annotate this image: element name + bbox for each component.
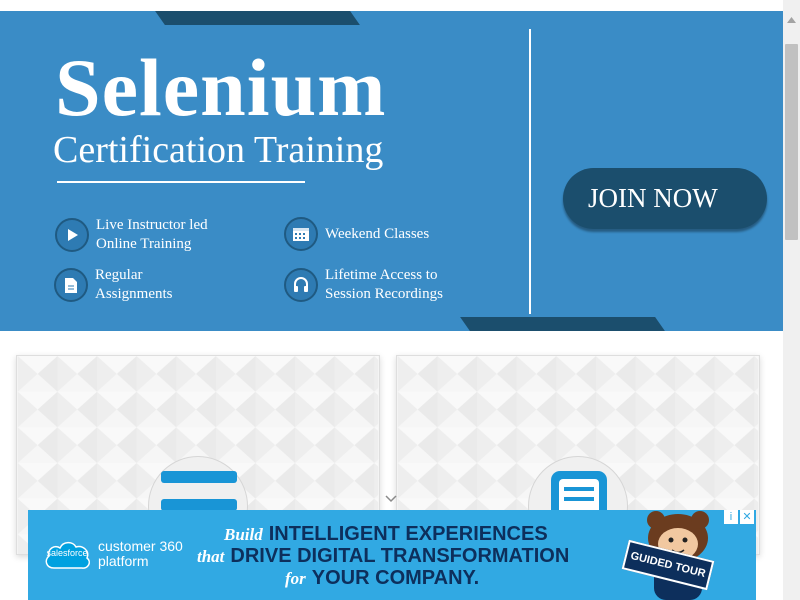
calendar-icon — [284, 217, 318, 251]
feature-lifetime-access: Lifetime Access to Session Recordings — [284, 266, 443, 304]
decor-stripe-top — [155, 11, 360, 25]
feature-live-instructor: Live Instructor led Online Training — [55, 216, 208, 254]
join-now-button[interactable]: JOIN NOW — [563, 168, 767, 229]
scroll-thumb[interactable] — [785, 44, 798, 240]
ad-info-icon[interactable]: i — [724, 510, 738, 524]
ad-headline-line: Build INTELLIGENT EXPERIENCES — [224, 523, 548, 545]
decor-stripe-bottom — [460, 317, 665, 331]
ad-headline-line: that DRIVE DIGITAL TRANSFORMATION — [197, 545, 570, 567]
headphones-icon — [284, 268, 318, 302]
hero-banner: Selenium Certification Training Live Ins… — [0, 11, 783, 331]
play-icon — [55, 218, 89, 252]
feature-label: Lifetime Access to Session Recordings — [325, 267, 443, 302]
course-title: Selenium — [55, 42, 387, 133]
page-scrollbar[interactable] — [783, 0, 800, 600]
feature-label: Regular Assignments — [95, 267, 173, 302]
course-subtitle: Certification Training — [53, 129, 384, 171]
ad-controls: i ✕ — [724, 510, 754, 524]
feature-label: Weekend Classes — [325, 225, 430, 242]
ad-banner[interactable]: salesforce customer 360 platform Build INT… — [28, 510, 756, 600]
scroll-up-arrow-icon[interactable] — [783, 0, 800, 40]
ad-close-icon[interactable]: ✕ — [740, 510, 754, 524]
document-icon — [54, 268, 88, 302]
vertical-divider — [529, 29, 531, 314]
ad-product-name: customer 360 platform — [98, 538, 183, 569]
feature-weekend-classes: Weekend Classes — [284, 217, 429, 251]
title-underline — [57, 181, 305, 183]
feature-label: Live Instructor led Online Training — [96, 217, 208, 252]
feature-regular-assignments: Regular Assignments — [54, 266, 173, 304]
salesforce-logo-text: salesforce — [46, 548, 88, 558]
ad-headline-line: for YOUR COMPANY. — [285, 567, 480, 589]
browser-top-strip — [0, 0, 800, 11]
chevron-down-icon[interactable] — [385, 494, 397, 504]
